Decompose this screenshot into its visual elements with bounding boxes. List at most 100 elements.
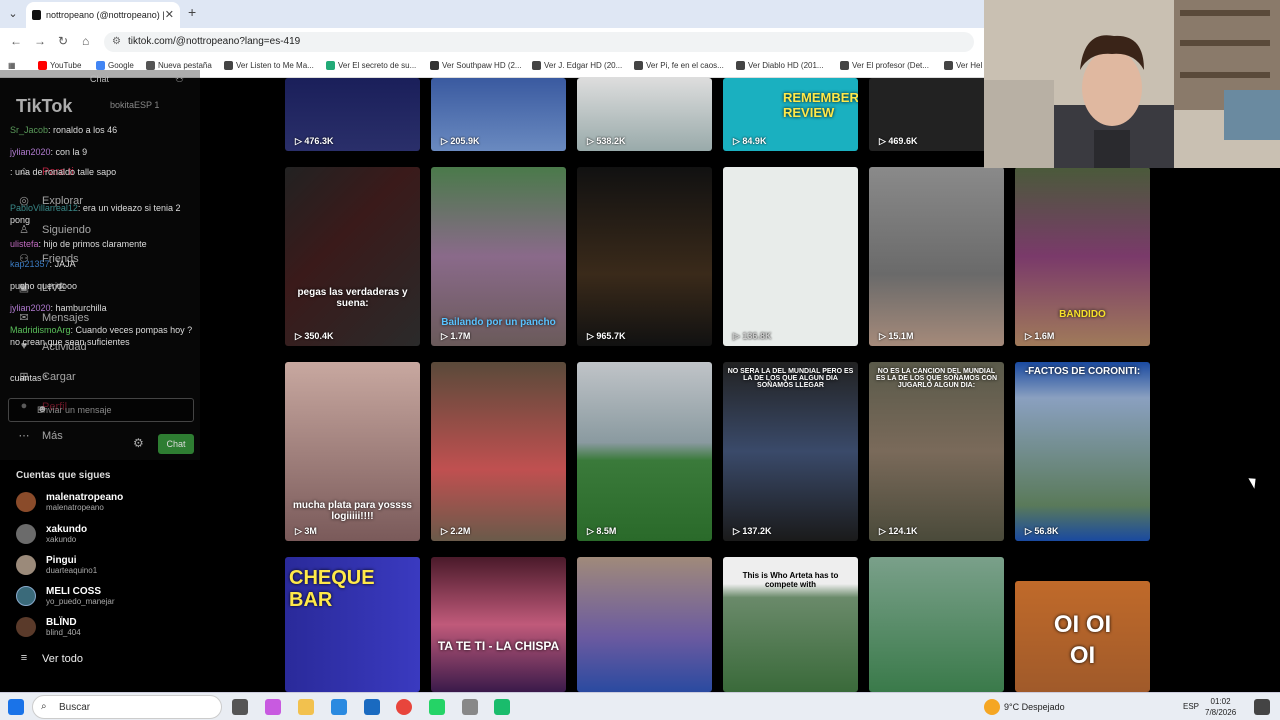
views-count: ▷ 965.7K <box>587 331 626 341</box>
video-card[interactable]: This is Who Arteta has to compete with <box>723 557 858 692</box>
video-card[interactable]: ▷ 2.2M <box>431 362 566 541</box>
task-view-icon[interactable] <box>232 699 248 715</box>
url-text: tiktok.com/@nottropeano?lang=es-419 <box>128 36 301 47</box>
obs-icon[interactable] <box>462 699 478 715</box>
video-card[interactable]: pegas las verdaderas y suena: ▷ 350.4K <box>285 167 420 346</box>
avatar <box>16 524 36 544</box>
video-card[interactable]: ▷ 476.3K <box>285 78 420 151</box>
video-card[interactable]: TA TE TI - LA CHISPA <box>431 557 566 692</box>
mail-icon[interactable] <box>364 699 380 715</box>
home-icon[interactable]: ⌂ <box>82 34 89 48</box>
chat-users-icon[interactable]: ⚇ <box>175 74 184 85</box>
video-card[interactable] <box>869 557 1004 692</box>
views-count: ▷ 469.6K <box>879 136 918 146</box>
video-card[interactable]: OI OI OI <box>1015 581 1150 692</box>
close-tab-icon[interactable]: ✕ <box>165 2 174 28</box>
clock-date: 7/8/2026 <box>1205 708 1237 717</box>
video-card[interactable]: mucha plata para yossss logiiiii!!!! ▷ 3M <box>285 362 420 541</box>
account-name: malenatropeano <box>46 491 124 503</box>
bookmark-8[interactable]: Ver Hel <box>944 61 982 71</box>
bookmark-1[interactable]: Ver Listen to Me Ma... <box>224 61 314 71</box>
chat-send-button[interactable]: Chat <box>158 434 194 454</box>
views-count: ▷ 1.6M <box>1025 331 1055 341</box>
file-explorer-icon[interactable] <box>298 699 314 715</box>
followed-account[interactable]: BLÏND blind_404 <box>16 613 81 641</box>
weather-icon[interactable] <box>984 699 1000 715</box>
views-count: ▷ 205.9K <box>441 136 480 146</box>
video-card[interactable]: -FACTOS DE CORONITI: ▷ 56.8K <box>1015 362 1150 541</box>
video-card[interactable] <box>577 557 712 692</box>
app-icon[interactable] <box>494 699 510 715</box>
following-accounts-title: Cuentas que sigues <box>16 470 111 481</box>
emote-picker-icon[interactable]: ☻ <box>37 404 185 415</box>
bookmark-4[interactable]: Ver J. Edgar HD (20... <box>532 61 622 71</box>
video-card[interactable]: ▷ 538.2K <box>577 78 712 151</box>
chat-input[interactable]: Enviar un mensaje ☻ <box>8 398 194 422</box>
video-caption: Bailando por un pancho <box>441 317 556 328</box>
store-icon[interactable] <box>331 699 347 715</box>
account-name: xakundo <box>46 523 88 535</box>
chat-message: : una de ronaldo talle sapo <box>10 167 117 177</box>
video-card[interactable]: BANDIDO ▷ 1.6M <box>1015 167 1150 346</box>
video-card[interactable]: CHEQUE BAR <box>285 557 420 692</box>
chat-message: jylian2020: hamburchilla <box>10 303 107 313</box>
chat-message: jylian2020: con la 9 <box>10 147 88 157</box>
chrome-icon[interactable] <box>396 699 412 715</box>
clock[interactable]: 01:02 7/8/2026 <box>1205 696 1236 718</box>
weather-text[interactable]: 9°C Despejado <box>1004 702 1065 712</box>
video-card[interactable]: REMEMBER REVIEW ▷ 84.9K <box>723 78 858 151</box>
chat-message: PabloVillarreal12: era un videazo si ten… <box>10 203 181 225</box>
apps-grid-icon[interactable]: ▦ <box>8 61 16 70</box>
webcam-overlay <box>984 0 1280 168</box>
taskbar-search[interactable]: ⌕ Buscar <box>32 695 222 719</box>
views-count: ▷ 56.8K <box>1025 526 1059 536</box>
video-card[interactable]: ▷ 15.1M <box>869 167 1004 346</box>
language-indicator[interactable]: ESP <box>1183 702 1199 711</box>
account-name: BLÏND <box>46 616 77 628</box>
video-caption: NO ES LA CANCION DEL MUNDIAL ES LA DE LO… <box>875 368 998 389</box>
video-card[interactable]: ▷ 136.8K <box>723 167 858 346</box>
bookmark-google[interactable]: Google <box>96 61 134 71</box>
site-info-icon[interactable]: ⚙ <box>112 32 121 52</box>
video-card[interactable]: Bailando por un pancho ▷ 1.7M <box>431 167 566 346</box>
chat-channel[interactable]: bokitaESP 1 <box>110 100 159 110</box>
bookmark-youtube[interactable]: YouTube <box>38 61 81 71</box>
bookmark-2[interactable]: Ver El secreto de su... <box>326 61 416 71</box>
bookmark-new-tab[interactable]: Nueva pestaña <box>146 61 212 71</box>
account-handle: malenatropeano <box>46 502 104 512</box>
tab-title: nottropeano (@nottropeano) | <box>46 10 165 20</box>
see-all-link[interactable]: ≡ Ver todo <box>16 652 83 666</box>
views-count: ▷ 350.4K <box>295 331 334 341</box>
video-card[interactable]: NO ES LA CANCION DEL MUNDIAL ES LA DE LO… <box>869 362 1004 541</box>
video-card[interactable]: ▷ 965.7K <box>577 167 712 346</box>
chat-message: cuantas * <box>10 373 48 383</box>
tab-list-chevron-icon[interactable]: ⌄ <box>4 5 22 23</box>
bookmark-3[interactable]: Ver Southpaw HD (2... <box>430 61 522 71</box>
video-caption: TA TE TI - LA CHISPA <box>437 639 560 653</box>
reload-icon[interactable]: ↻ <box>58 34 68 48</box>
account-name: Pingui <box>46 554 77 566</box>
whatsapp-icon[interactable] <box>429 699 445 715</box>
video-card[interactable]: NO SERA LA DEL MUNDIAL PERO ES LA DE LOS… <box>723 362 858 541</box>
copilot-icon[interactable] <box>265 699 281 715</box>
address-bar[interactable]: ⚙ tiktok.com/@nottropeano?lang=es-419 <box>104 32 974 52</box>
start-button-windows-icon[interactable] <box>8 699 24 715</box>
notification-icon[interactable] <box>1254 699 1270 715</box>
followed-account[interactable]: MELI COSS yo_puedo_manejar <box>16 582 115 610</box>
bookmark-5[interactable]: Ver Pi, fe en el caos... <box>634 61 724 71</box>
video-card[interactable]: ▷ 205.9K <box>431 78 566 151</box>
followed-account[interactable]: malenatropeano malenatropeano <box>16 488 123 516</box>
new-tab-plus-icon[interactable]: + <box>188 4 196 20</box>
forward-arrow-icon[interactable]: → <box>34 34 46 48</box>
chat-settings-gear-icon[interactable]: ⚙ <box>133 436 144 450</box>
list-icon: ≡ <box>20 652 28 664</box>
video-caption: -FACTOS DE CORONITI: <box>1024 366 1141 377</box>
video-caption: pegas las verdaderas y suena: <box>297 287 408 309</box>
back-arrow-icon[interactable]: ← <box>10 34 22 48</box>
browser-tab[interactable]: nottropeano (@nottropeano) | ✕ <box>26 2 180 28</box>
followed-account[interactable]: xakundo xakundo <box>16 520 87 548</box>
video-card[interactable]: ▷ 8.5M <box>577 362 712 541</box>
bookmark-6[interactable]: Ver Diablo HD (201... <box>736 61 824 71</box>
followed-account[interactable]: Pingui duarteaquino1 <box>16 551 97 579</box>
bookmark-7[interactable]: Ver El profesor (Det... <box>840 61 929 71</box>
